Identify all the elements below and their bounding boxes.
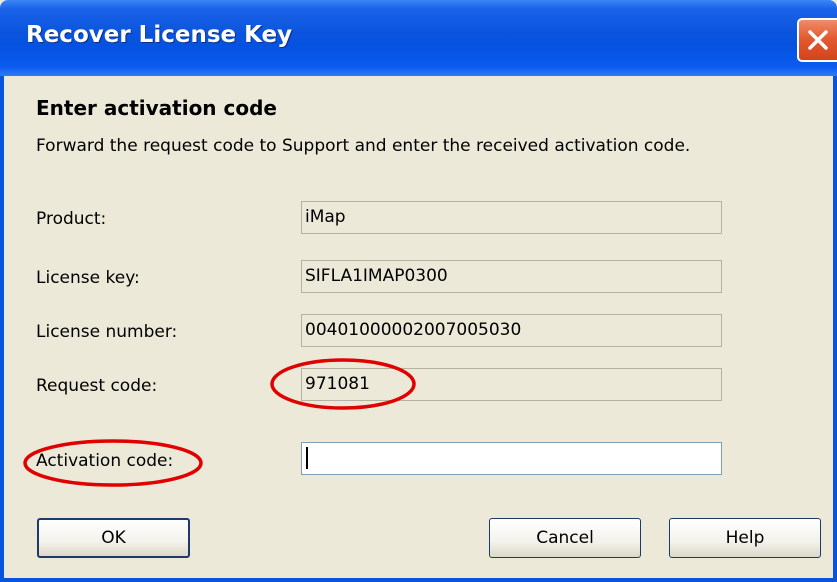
- help-button[interactable]: Help: [669, 518, 821, 558]
- activation-code-label: Activation code:: [36, 451, 174, 471]
- license-number-field: 00401000002007005030: [301, 314, 722, 347]
- window-title: Recover License Key: [26, 22, 293, 48]
- request-code-label: Request code:: [36, 376, 158, 396]
- section-heading: Enter activation code: [36, 96, 277, 120]
- request-code-field: 971081: [301, 368, 722, 401]
- license-number-label: License number:: [36, 322, 178, 342]
- activation-code-input[interactable]: [301, 442, 722, 475]
- section-description: Forward the request code to Support and …: [36, 136, 691, 156]
- cancel-button[interactable]: Cancel: [489, 518, 641, 558]
- title-bar[interactable]: Recover License Key: [0, 0, 837, 76]
- text-caret: [306, 447, 308, 469]
- license-key-label: License key:: [36, 268, 140, 288]
- recover-license-key-dialog: Recover License Key Enter activation cod…: [0, 0, 837, 582]
- window-frame-bottom: [0, 578, 837, 582]
- window-frame-left: [0, 76, 4, 582]
- product-label: Product:: [36, 209, 107, 229]
- license-key-field: SIFLA1IMAP0300: [301, 260, 722, 293]
- product-field: iMap: [301, 201, 722, 234]
- ok-button[interactable]: OK: [37, 518, 190, 558]
- close-icon: [808, 30, 828, 50]
- close-button[interactable]: [797, 18, 837, 62]
- window-frame-right: [833, 76, 837, 582]
